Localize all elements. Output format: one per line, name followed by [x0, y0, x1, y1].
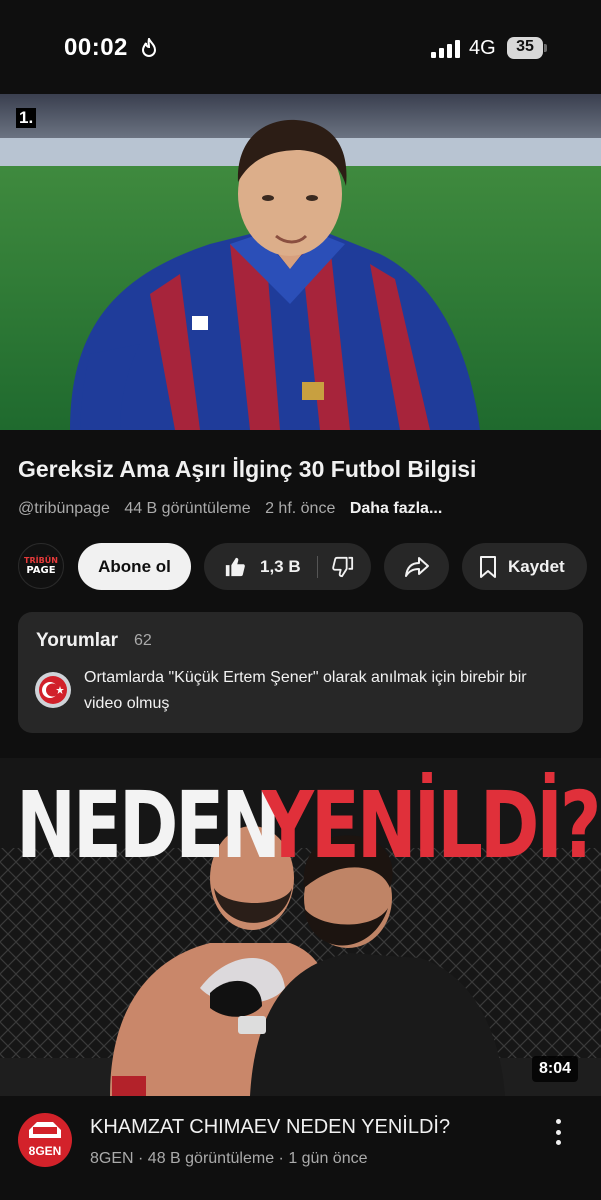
status-bar: 00:02 4G 35	[0, 0, 601, 94]
share-button[interactable]	[384, 543, 449, 590]
channel-avatar-logo: TRİBÜN PAGE	[24, 556, 58, 576]
battery-level: 35	[516, 38, 534, 55]
next-channel-avatar[interactable]: 8GEN	[18, 1113, 72, 1167]
thumbs-down-icon	[331, 556, 353, 577]
octagon-logo-icon	[29, 1122, 61, 1138]
like-count: 1,3 B	[260, 556, 301, 576]
thumbnail-text-yenildi: YENİLDİ?	[262, 772, 601, 879]
commenter-avatar	[35, 672, 71, 708]
video-duration: 8:04	[532, 1056, 579, 1082]
thumbs-up-icon	[225, 557, 245, 576]
video-frame	[0, 94, 601, 430]
flame-icon	[141, 38, 157, 57]
more-options-icon[interactable]	[548, 1116, 568, 1148]
next-channel-avatar-text: 8GEN	[28, 1144, 62, 1158]
bookmark-icon	[480, 555, 496, 578]
network-type: 4G	[469, 37, 496, 59]
next-video-thumbnail[interactable]: NEDEN YENİLDİ?	[0, 758, 601, 1096]
next-video-meta: 8GEN · 48 B görüntüleme · 1 gün önce	[90, 1150, 368, 1167]
channel-avatar[interactable]: TRİBÜN PAGE	[18, 543, 64, 589]
comments-header: Yorumlar	[36, 630, 119, 651]
share-icon	[404, 556, 429, 577]
view-count: 44 B görüntüleme	[124, 500, 251, 517]
subscribe-button[interactable]: Abone ol	[78, 543, 191, 590]
video-title[interactable]: Gereksiz Ama Aşırı İlginç 30 Futbol Bilg…	[18, 456, 476, 483]
video-player[interactable]	[0, 94, 601, 430]
rank-badge: 1.	[16, 108, 37, 128]
video-meta[interactable]: @tribünpage 44 B görüntüleme 2 hf. önce …	[18, 500, 452, 518]
cellular-signal-icon	[431, 40, 460, 58]
top-comment: Ortamlarda "Küçük Ertem Şener" olarak an…	[84, 669, 527, 712]
save-label: Kaydet	[508, 556, 565, 576]
next-video-title[interactable]: KHAMZAT CHIMAEV NEDEN YENİLDİ?	[90, 1116, 450, 1139]
comments-card[interactable]: Yorumlar 62 Ortamlarda "Küçük Ertem Şene…	[18, 612, 583, 733]
like-dislike-pill: 1,3 B	[204, 543, 371, 590]
like-button[interactable]: 1,3 B	[204, 543, 301, 590]
channel-handle: @tribünpage	[18, 500, 110, 517]
comments-count: 62	[134, 632, 152, 649]
save-button[interactable]: Kaydet	[462, 543, 587, 590]
thumbnail-text-neden: NEDEN	[16, 772, 281, 879]
status-time: 00:02	[64, 34, 128, 61]
more-link[interactable]: Daha fazla...	[350, 500, 442, 517]
upload-age: 2 hf. önce	[265, 500, 336, 517]
dislike-button[interactable]	[318, 543, 354, 590]
battery-icon: 35	[507, 37, 547, 59]
